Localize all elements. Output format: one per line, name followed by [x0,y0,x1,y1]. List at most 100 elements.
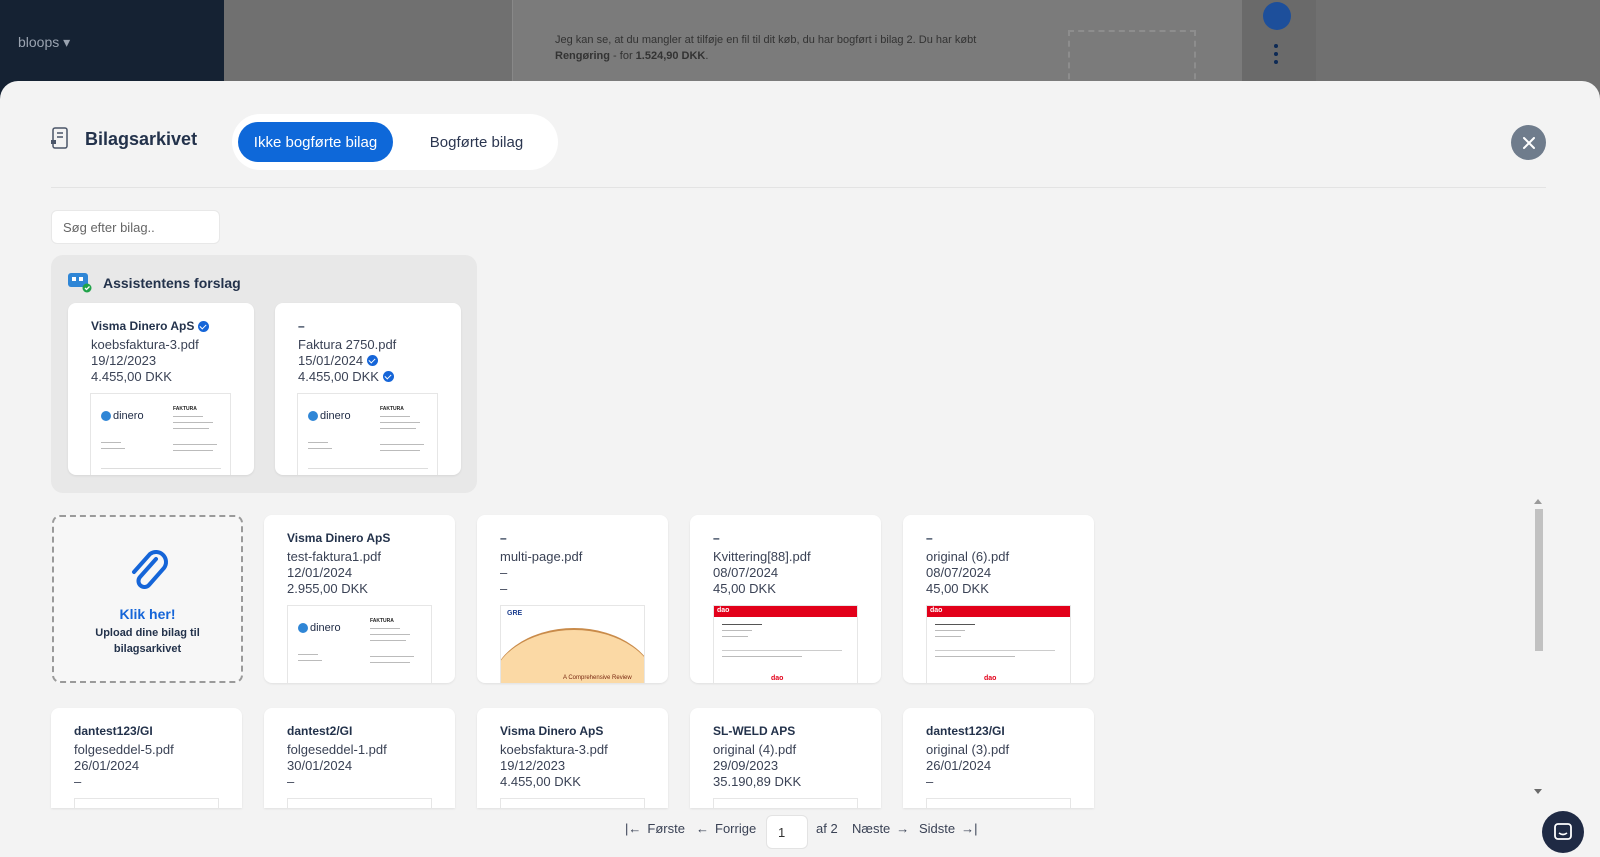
first-page-icon: |← [625,821,642,836]
assistant-suggestions: Assistentens forslag Visma Dinero ApS ko… [51,255,477,493]
document-thumbnail [74,798,219,808]
archive-modal: Bilagsarkivet Ikke bogførte bilag Bogfør… [0,81,1600,857]
arrow-right-icon: → [896,821,910,836]
scrollbar[interactable] [1533,499,1543,799]
thumbnail-heading: FAKTURA [380,406,404,412]
voucher-card[interactable]: dantest123/GI folgeseddel-5.pdf 26/01/20… [51,708,242,808]
document-thumbnail: GRE A Comprehensive Review [500,605,645,683]
card-date: 08/07/2024 [926,565,992,580]
card-amount: – [500,581,508,596]
card-amount: – [287,774,295,789]
card-vendor: – [298,319,305,333]
document-thumbnail: dinero FAKTURA [297,393,438,475]
voucher-card[interactable]: SL-WELD APS original (4).pdf 29/09/2023 … [690,708,881,808]
card-file: folgeseddel-5.pdf [74,742,174,757]
card-vendor: Visma Dinero ApS [287,531,391,545]
next-page-button[interactable]: Næste → [852,821,909,836]
card-amount: 45,00 DKK [926,581,989,596]
card-file: koebsfaktura-3.pdf [500,742,608,757]
card-file: original (3).pdf [926,742,1010,757]
card-amount: 4.455,00 DKK [298,369,394,384]
scroll-up-arrow-icon[interactable] [1534,499,1542,504]
document-thumbnail [287,798,432,808]
chat-launcher-button[interactable] [1542,811,1584,853]
card-date: 08/07/2024 [713,565,779,580]
scrollbar-thumb[interactable] [1535,509,1543,651]
card-date: 15/01/2024 [298,353,379,368]
voucher-card[interactable]: Visma Dinero ApS koebsfaktura-3.pdf 19/1… [477,708,668,808]
thumbnail-heading: FAKTURA [173,406,197,412]
background-timer-icon [1263,2,1291,30]
tab-switch: Ikke bogførte bilag Bogførte bilag [232,114,558,170]
first-page-button[interactable]: |← Første [625,821,685,836]
document-thumbnail: dinero FAKTURA [90,393,231,475]
card-date: 26/01/2024 [926,758,992,773]
card-amount: 35.190,89 DKK [713,774,802,789]
card-vendor: dantest123/GI [74,724,153,738]
previous-page-button[interactable]: ← Forrige [696,821,756,836]
card-file: folgeseddel-1.pdf [287,742,387,757]
assistant-bot-icon [68,273,92,293]
gre-logo: GRE [507,610,523,617]
voucher-card[interactable]: – original (6).pdf 08/07/2024 45,00 DKK … [903,515,1094,683]
card-amount: 45,00 DKK [713,581,776,596]
card-vendor: – [926,531,933,545]
verified-icon [382,371,394,382]
scroll-down-arrow-icon[interactable] [1534,789,1542,794]
dao-footer-logo: dao [771,675,784,682]
dao-header: dao [714,606,857,617]
card-file: test-faktura1.pdf [287,549,381,564]
verified-icon [367,355,379,366]
chat-icon [1554,823,1572,840]
card-vendor: dantest123/GI [926,724,1005,738]
voucher-card[interactable]: Visma Dinero ApS test-faktura1.pdf 12/01… [264,515,455,683]
close-button[interactable] [1511,125,1546,160]
suggestion-card[interactable]: Visma Dinero ApS koebsfaktura-3.pdf 19/1… [68,303,254,475]
thumbnail-caption: A Comprehensive Review [563,675,632,681]
document-thumbnail [926,798,1071,808]
last-page-icon: →| [961,821,978,836]
voucher-card[interactable]: – Kvittering[88].pdf 08/07/2024 45,00 DK… [690,515,881,683]
card-date: 12/01/2024 [287,565,353,580]
document-thumbnail: dao dao [926,605,1071,683]
voucher-card[interactable]: dantest2/GI folgeseddel-1.pdf 30/01/2024… [264,708,455,808]
search-input[interactable] [51,210,220,244]
card-file: original (6).pdf [926,549,1010,564]
tab-posted[interactable]: Bogførte bilag [404,122,549,162]
dao-footer-logo: dao [984,675,997,682]
suggestions-title: Assistentens forslag [103,275,241,291]
dinero-logo: dinero [308,410,351,422]
last-page-button[interactable]: Sidste →| [919,821,978,836]
document-thumbnail [713,798,858,808]
tab-unposted[interactable]: Ikke bogførte bilag [238,122,393,162]
document-thumbnail: dao dao [713,605,858,683]
card-amount: – [926,774,934,789]
dinero-logo: dinero [298,622,341,634]
card-file: Faktura 2750.pdf [298,337,397,352]
close-icon [1522,136,1535,149]
card-date: 26/01/2024 [74,758,140,773]
card-vendor: – [500,531,507,545]
voucher-card[interactable]: – multi-page.pdf – – GRE A Comprehensive… [477,515,668,683]
card-file: Kvittering[88].pdf [713,549,811,564]
arrow-left-icon: ← [696,821,709,836]
upload-dropzone[interactable]: Klik her! Upload dine bilag til bilagsar… [52,515,243,683]
dinero-logo: dinero [101,410,144,422]
page-number-input[interactable] [766,815,808,849]
upload-title: Klik her! [119,606,176,622]
suggestion-card[interactable]: – Faktura 2750.pdf 15/01/2024 4.455,00 D… [275,303,461,475]
background-more-icon [1274,44,1278,64]
document-thumbnail [500,798,645,808]
card-vendor: Visma Dinero ApS [91,319,210,333]
card-date: – [500,565,508,580]
card-date: 30/01/2024 [287,758,353,773]
card-date: 29/09/2023 [713,758,779,773]
card-amount: 4.455,00 DKK [500,774,581,789]
voucher-card[interactable]: dantest123/GI original (3).pdf 26/01/202… [903,708,1094,808]
card-vendor: Visma Dinero ApS [500,724,604,738]
card-amount: 2.955,00 DKK [287,581,368,596]
card-amount: 4.455,00 DKK [91,369,172,384]
card-date: 19/12/2023 [500,758,566,773]
card-file: koebsfaktura-3.pdf [91,337,199,352]
modal-title: Bilagsarkivet [85,129,198,149]
